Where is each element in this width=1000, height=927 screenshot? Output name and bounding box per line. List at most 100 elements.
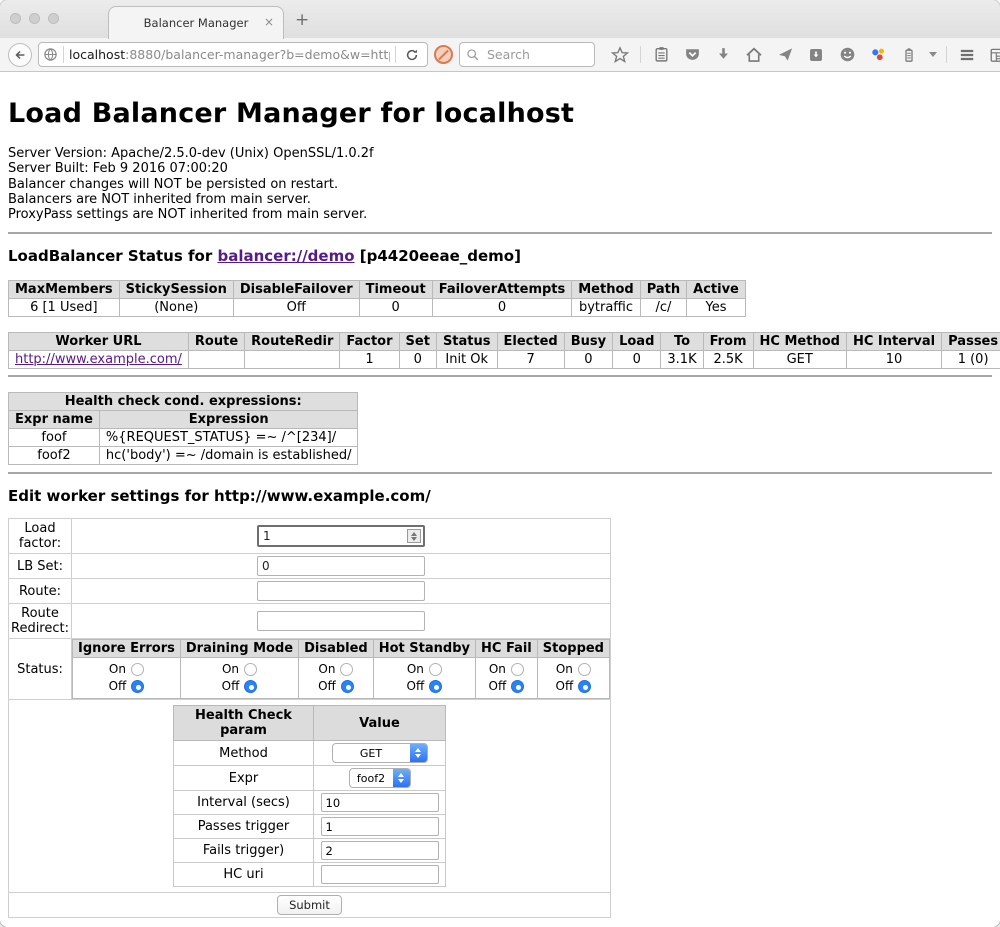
col-hot-standby: Hot Standby (373, 640, 475, 658)
col-factor: Factor (340, 333, 399, 351)
lb-status-heading: LoadBalancer Status for balancer://demo … (8, 247, 992, 265)
new-tab-button[interactable]: + (295, 10, 309, 30)
table-header-row: MaxMembers StickySession DisableFailover… (9, 281, 746, 299)
window-controls (10, 13, 59, 24)
search-input[interactable] (485, 46, 585, 63)
url-text[interactable]: localhost:8880/balancer-manager?b=demo&w… (69, 47, 390, 62)
home-icon (745, 46, 763, 64)
battery-icon (901, 47, 917, 63)
cell-from: 2.5K (703, 351, 753, 369)
content-blocker-icon[interactable] (434, 45, 453, 64)
hc-passes-label: Passes trigger (174, 815, 314, 839)
radio-stopped-on[interactable] (578, 663, 591, 676)
col-hc-method: HC Method (753, 333, 846, 351)
radio-draining-mode-on[interactable] (244, 663, 257, 676)
col-status: Status (436, 333, 497, 351)
dropdown-caret-icon[interactable] (929, 52, 937, 57)
on-label: On (222, 661, 239, 678)
col-draining-mode: Draining Mode (180, 640, 298, 658)
reload-button[interactable] (401, 44, 423, 66)
radio-hot-standby-off[interactable] (429, 680, 442, 693)
on-label: On (407, 661, 424, 678)
number-spinner-icon[interactable] (407, 529, 421, 543)
extension-button[interactable] (867, 44, 889, 66)
hc-fails-row: Fails trigger) (174, 839, 446, 863)
worker-table: Worker URL Route RouteRedir Factor Set S… (8, 332, 1000, 369)
lb-status-table: MaxMembers StickySession DisableFailover… (8, 280, 746, 317)
back-button[interactable] (8, 43, 32, 67)
off-label: Off (407, 678, 425, 695)
worker-row: http://www.example.com/ 1 0 Init Ok 7 0 … (9, 351, 1000, 369)
tab-groups-button[interactable] (987, 44, 1000, 66)
route-redirect-input[interactable] (257, 611, 425, 631)
radio-draining-mode-off[interactable] (244, 680, 257, 693)
col-routeredir: RouteRedir (245, 333, 340, 351)
hc-interval-input[interactable] (321, 793, 439, 812)
hc-expressions-table: Health check cond. expressions: Expr nam… (8, 392, 358, 465)
tab-balancer-manager[interactable]: Balancer Manager × (108, 6, 284, 39)
cell-timeout: 0 (359, 299, 432, 317)
route-redirect-row: Route Redirect: (9, 604, 611, 639)
cell-status: Init Ok (436, 351, 497, 369)
hc-uri-input[interactable] (321, 865, 439, 884)
hc-passes-row: Passes trigger (174, 815, 446, 839)
download-panel-button[interactable] (805, 44, 827, 66)
hc-method-select[interactable]: GET (332, 743, 428, 763)
menu-button[interactable] (956, 44, 978, 66)
bookmarks-menu-button[interactable] (650, 44, 672, 66)
off-label: Off (109, 678, 127, 695)
close-tab-icon[interactable]: × (264, 15, 274, 29)
col-expr-name: Expr name (9, 411, 100, 429)
close-window-button[interactable] (10, 13, 21, 24)
divider (8, 472, 992, 474)
radio-hc-fail-on[interactable] (511, 663, 524, 676)
downloads-button[interactable] (712, 44, 734, 66)
cell-path: /c/ (640, 299, 686, 317)
radio-stopped-off[interactable] (578, 680, 591, 693)
col-load: Load (613, 333, 661, 351)
hc-expr-label: Expr (174, 766, 314, 791)
worker-url-link[interactable]: http://www.example.com/ (15, 352, 182, 367)
radio-disabled-on[interactable] (340, 663, 353, 676)
draining-mode-cell: On Off (180, 658, 298, 699)
col-active: Active (687, 281, 746, 299)
radio-hot-standby-on[interactable] (429, 663, 442, 676)
col-stickysession: StickySession (119, 281, 233, 299)
send-button[interactable] (774, 44, 796, 66)
pocket-button[interactable] (681, 44, 703, 66)
route-input[interactable] (257, 581, 425, 601)
home-button[interactable] (743, 44, 765, 66)
hc-passes-input[interactable] (321, 817, 439, 836)
lb-set-cell (72, 554, 611, 579)
bookmark-star-button[interactable] (609, 44, 631, 66)
minimize-window-button[interactable] (29, 13, 40, 24)
col-elected: Elected (497, 333, 564, 351)
battery-extension-button[interactable] (898, 44, 920, 66)
url-path: :8880/balancer-manager?b=demo&w=http://w… (125, 47, 390, 62)
cell-to: 3.1K (661, 351, 703, 369)
hc-interval-cell (314, 791, 446, 815)
radio-ignore-errors-on[interactable] (131, 663, 144, 676)
hc-expressions-title: Health check cond. expressions: (9, 393, 358, 411)
hc-fails-cell (314, 839, 446, 863)
hc-expr-select[interactable]: foof2 (349, 768, 411, 788)
tab-title: Balancer Manager (144, 16, 249, 30)
zoom-window-button[interactable] (48, 13, 59, 24)
feedback-button[interactable] (836, 44, 858, 66)
radio-hc-fail-off[interactable] (511, 680, 524, 693)
submit-button[interactable]: Submit (277, 895, 342, 915)
hot-standby-cell: On Off (373, 658, 475, 699)
cell-factor: 1 (340, 351, 399, 369)
search-bar[interactable] (459, 42, 595, 67)
balancer-demo-link[interactable]: balancer://demo (217, 247, 354, 265)
cell-elected: 7 (497, 351, 564, 369)
col-path: Path (640, 281, 686, 299)
hc-fails-input[interactable] (321, 841, 439, 860)
radio-disabled-off[interactable] (341, 680, 354, 693)
hc-interval-label: Interval (secs) (174, 791, 314, 815)
radio-ignore-errors-off[interactable] (131, 680, 144, 693)
load-factor-input[interactable] (257, 525, 425, 547)
expr-row: foof %{REQUEST_STATUS} =~ /^[234]/ (9, 429, 358, 447)
url-bar[interactable]: localhost:8880/balancer-manager?b=demo&w… (38, 42, 428, 67)
lb-set-input[interactable] (257, 556, 425, 576)
